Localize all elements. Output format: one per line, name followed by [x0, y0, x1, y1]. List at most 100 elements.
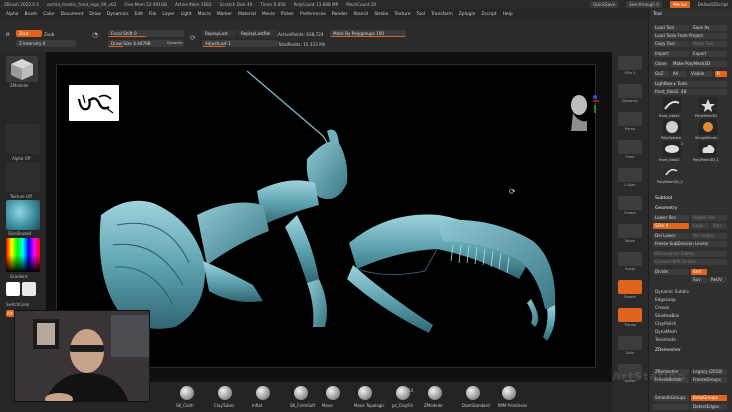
shelf-button-transp[interactable]: [618, 308, 642, 322]
default-zscript-button[interactable]: DefaultZScript: [698, 2, 728, 7]
menu-transform[interactable]: Transform: [431, 12, 453, 17]
menu-help[interactable]: Help: [503, 12, 513, 17]
lightbox-tools-button[interactable]: Lightbox ▸ Tools: [653, 81, 727, 87]
shelf-button-move[interactable]: [618, 224, 642, 238]
shelf-button-scale[interactable]: [618, 252, 642, 266]
menu-layer[interactable]: Layer: [162, 12, 174, 17]
menu-brush[interactable]: Brush: [24, 12, 37, 17]
tool-panel-header[interactable]: Tool: [653, 11, 662, 18]
brush-sk-formsoft-icon[interactable]: [294, 386, 308, 400]
r-button[interactable]: R: [715, 71, 727, 77]
brush-zmodeler-icon[interactable]: [428, 386, 442, 400]
current-tool-slider[interactable]: front_tibia2. 48: [653, 89, 727, 95]
save-as-button[interactable]: Save As: [691, 25, 727, 31]
menu-dynamics[interactable]: Dynamics: [107, 12, 129, 17]
shelf-button-dynamic[interactable]: [618, 84, 642, 98]
zsub-button[interactable]: Zsub: [44, 32, 54, 37]
see-through-slider[interactable]: See-through 0: [626, 1, 662, 8]
secondary-color-swatch[interactable]: [22, 282, 36, 296]
suv-toggle[interactable]: Suv: [691, 277, 707, 283]
reuv-toggle[interactable]: ReUV: [709, 277, 727, 283]
cage-button[interactable]: Cage: [691, 223, 709, 229]
paste-tool-button[interactable]: Paste Tool: [691, 41, 727, 47]
clone-button[interactable]: Clone: [653, 61, 669, 67]
copy-tool-button[interactable]: Copy Tool: [653, 41, 689, 47]
smt-toggle[interactable]: Smt: [691, 269, 707, 275]
brush-sk-cloth-icon[interactable]: [180, 386, 194, 400]
visible-button[interactable]: Visible: [689, 71, 713, 77]
tool-thumb-polymesh3d[interactable]: [699, 97, 717, 113]
replay-last-rel-button[interactable]: ReplayLastRel: [238, 30, 278, 37]
brush-claytubes-icon[interactable]: [218, 386, 232, 400]
material-thumb[interactable]: [6, 200, 40, 230]
tool-thumb-simplebrush[interactable]: [699, 119, 717, 135]
geometry-section[interactable]: Geometry: [655, 205, 677, 212]
menu-zplugin[interactable]: Zplugin: [459, 12, 476, 17]
menu-file[interactable]: File: [149, 12, 156, 17]
menu-preferences[interactable]: Preferences: [300, 12, 326, 17]
zcut-button[interactable]: Zcut: [16, 30, 42, 37]
menu-marker[interactable]: Marker: [217, 12, 232, 17]
main-color-swatch[interactable]: [6, 282, 20, 296]
sdiv-slider[interactable]: SDiv 4: [653, 223, 689, 229]
tool-thumb-polymesh3d-2[interactable]: [663, 163, 681, 179]
brush-imm-primitives-icon[interactable]: [502, 386, 516, 400]
shelf-button-rotate[interactable]: [618, 280, 642, 294]
dynamic-subdiv-section[interactable]: Dynamic Subdiv: [655, 289, 689, 295]
quicksave-button[interactable]: QuickSave: [590, 1, 619, 8]
menu-stroke[interactable]: Stroke: [374, 12, 388, 17]
tessimate-section[interactable]: Tessimate: [655, 337, 676, 343]
shelf-button-frame[interactable]: [618, 196, 642, 210]
menu-movie[interactable]: Movie: [262, 12, 275, 17]
mask-by-polygroups-slider[interactable]: Mask By Polygroups 100: [330, 30, 406, 37]
menu-document[interactable]: Document: [61, 12, 84, 17]
import-button[interactable]: Import: [653, 51, 689, 57]
shelf-button-spix-3[interactable]: [618, 56, 642, 70]
alpha-thumb[interactable]: [6, 124, 40, 154]
shelf-button-solo[interactable]: [618, 336, 642, 350]
switch-color-button[interactable]: SwitchColor: [6, 302, 30, 307]
brush-inflat-icon[interactable]: [256, 386, 270, 400]
zremesher-section[interactable]: ZRemesher: [655, 347, 681, 354]
menu-light[interactable]: Light: [181, 12, 192, 17]
current-brush-thumb[interactable]: [6, 56, 38, 82]
navigation-head-gizmo[interactable]: [565, 85, 601, 133]
shelf-button-l-sym[interactable]: [618, 168, 642, 182]
divide-button[interactable]: Divide: [653, 269, 689, 275]
all-button[interactable]: All: [671, 71, 687, 77]
texture-thumb[interactable]: [6, 162, 40, 192]
menu-texture[interactable]: Texture: [394, 12, 410, 17]
tool-thumb-polysphere[interactable]: [663, 119, 681, 135]
focal-shift-slider[interactable]: Focal Shift 0: [108, 30, 184, 37]
make-polymesh3d-button[interactable]: Make PolyMesh3D: [671, 61, 727, 67]
export-button[interactable]: Export: [691, 51, 727, 57]
tool-thumb-front-tibia2-b[interactable]: [663, 141, 681, 157]
reconstruct-subdiv-button[interactable]: Reconstruct Subdiv: [653, 251, 727, 257]
menu-alpha[interactable]: Alpha: [6, 12, 18, 17]
tool-thumb-polymesh3d-1[interactable]: [699, 141, 717, 157]
goz-button[interactable]: GoZ: [653, 71, 669, 77]
dynamesh-section[interactable]: DynaMesh: [655, 329, 677, 335]
higher-res-button[interactable]: Higher Res: [691, 215, 727, 221]
menu-zscript[interactable]: Zscript: [481, 12, 496, 17]
shadowbox-section[interactable]: ShadowBox: [655, 313, 679, 319]
menu-color[interactable]: Color: [43, 12, 54, 17]
dynamic-toggle[interactable]: Dynamic: [167, 41, 183, 45]
edgeloop-section[interactable]: EdgeLoop: [655, 297, 676, 303]
claypolish-section[interactable]: ClayPolish: [655, 321, 676, 327]
shelf-button-floor[interactable]: [618, 140, 642, 154]
freeze-subdivision-levels-button[interactable]: Freeze SubDivision Levels: [653, 241, 727, 247]
color-picker[interactable]: [6, 238, 40, 272]
menu-render[interactable]: Render: [332, 12, 348, 17]
subtool-section[interactable]: Subtool: [655, 195, 672, 202]
menu-tool[interactable]: Tool: [416, 12, 425, 17]
brush-damstandard-icon[interactable]: [466, 386, 480, 400]
del-higher-button[interactable]: Del Higher: [691, 233, 727, 239]
shelf-button-persp[interactable]: [618, 112, 642, 126]
adjust-last-slider[interactable]: AdjustLast 1: [202, 40, 278, 47]
replay-last-button[interactable]: ReplayLast: [202, 30, 236, 37]
lower-res-button[interactable]: Lower Res: [653, 215, 689, 221]
load-tool-button[interactable]: Load Tool: [653, 25, 689, 31]
menu-material[interactable]: Material: [238, 12, 256, 17]
crease-section[interactable]: Crease: [655, 305, 669, 311]
